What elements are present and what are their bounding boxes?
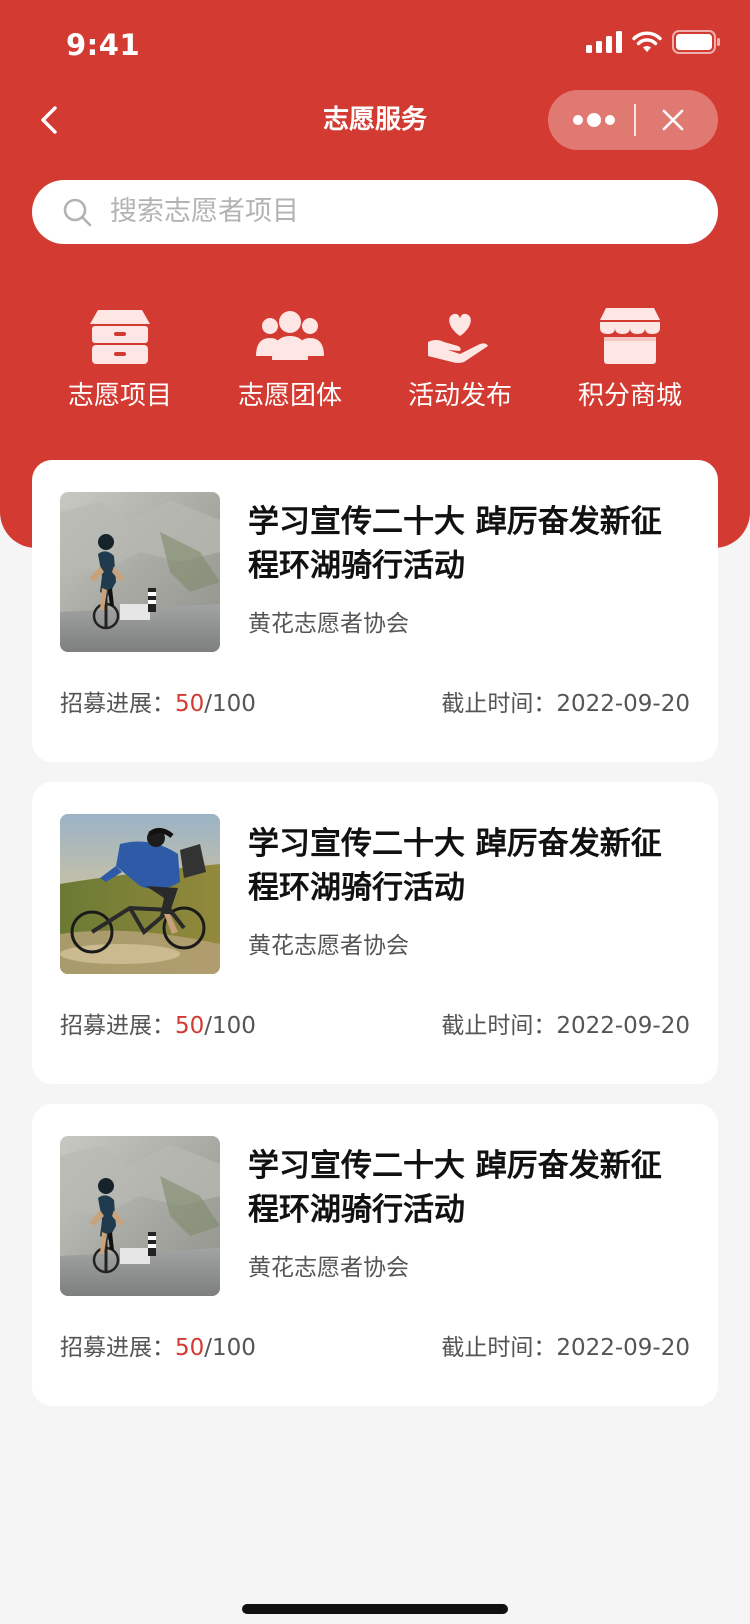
quick-link-mall[interactable]: 积分商城 xyxy=(545,298,715,418)
battery-icon xyxy=(672,30,720,58)
capsule-divider xyxy=(634,104,636,136)
progress-total: /100 xyxy=(204,691,256,717)
deadline-label: 截止时间： xyxy=(441,1013,557,1039)
quick-link-publish[interactable]: 活动发布 xyxy=(375,298,545,418)
deadline: 截止时间：2022-09-20 xyxy=(441,1010,690,1042)
progress-label: 招募进展： xyxy=(60,691,175,717)
group-people-icon xyxy=(256,311,324,360)
deadline-label: 截止时间： xyxy=(441,691,557,717)
heart-hand-icon xyxy=(428,313,488,363)
activity-organizer: 黄花志愿者协会 xyxy=(248,1255,409,1281)
progress-label: 招募进展： xyxy=(60,1335,175,1361)
activity-title: 学习宣传二十大 踔厉奋发新征程环湖骑行活动 xyxy=(248,504,662,584)
quick-link-groups[interactable]: 志愿团体 xyxy=(205,298,375,418)
status-icons xyxy=(586,30,720,58)
activity-organizer: 黄花志愿者协会 xyxy=(248,933,409,959)
activity-image xyxy=(60,492,220,652)
progress-label: 招募进展： xyxy=(60,1013,175,1039)
mini-program-capsule xyxy=(548,90,718,150)
deadline-date: 2022-09-20 xyxy=(556,1013,690,1039)
search-input[interactable]: 搜索志愿者项目 xyxy=(32,180,718,244)
more-button[interactable] xyxy=(570,107,618,133)
progress-total: /100 xyxy=(204,1013,256,1039)
wifi-icon xyxy=(632,31,662,57)
progress-total: /100 xyxy=(204,1335,256,1361)
drawer-box-icon xyxy=(90,310,150,364)
activity-title: 学习宣传二十大 踔厉奋发新征程环湖骑行活动 xyxy=(248,826,662,906)
activity-title: 学习宣传二十大 踔厉奋发新征程环湖骑行活动 xyxy=(248,1148,662,1228)
quick-link-projects[interactable]: 志愿项目 xyxy=(35,298,205,418)
search-placeholder: 搜索志愿者项目 xyxy=(110,196,299,227)
recruit-progress: 招募进展：50/100 xyxy=(60,1010,256,1042)
more-dots-icon xyxy=(573,113,615,127)
deadline-date: 2022-09-20 xyxy=(556,1335,690,1361)
store-icon xyxy=(600,308,660,364)
status-time: 9:41 xyxy=(66,28,141,62)
quick-link-label: 积分商城 xyxy=(577,381,682,411)
recruit-progress: 招募进展：50/100 xyxy=(60,1332,256,1364)
quick-links: 志愿项目 志愿团体 活动发布 积分商城 xyxy=(0,298,750,418)
activity-image xyxy=(60,1136,220,1296)
activity-card[interactable]: 学习宣传二十大 踔厉奋发新征程环湖骑行活动 黄花志愿者协会 招募进展：50/10… xyxy=(32,1104,718,1406)
activity-organizer: 黄花志愿者协会 xyxy=(248,611,409,637)
quick-link-label: 活动发布 xyxy=(407,381,512,411)
recruit-progress: 招募进展：50/100 xyxy=(60,688,256,720)
progress-current: 50 xyxy=(175,1013,205,1039)
progress-current: 50 xyxy=(175,1335,205,1361)
progress-current: 50 xyxy=(175,691,205,717)
activity-card[interactable]: 学习宣传二十大 踔厉奋发新征程环湖骑行活动 黄花志愿者协会 招募进展：50/10… xyxy=(32,782,718,1084)
activity-card[interactable]: 学习宣传二十大 踔厉奋发新征程环湖骑行活动 黄花志愿者协会 招募进展：50/10… xyxy=(32,460,718,762)
close-button[interactable] xyxy=(658,105,688,135)
signal-icon xyxy=(586,31,622,57)
deadline: 截止时间：2022-09-20 xyxy=(441,1332,690,1364)
activity-image xyxy=(60,814,220,974)
home-indicator xyxy=(242,1604,508,1614)
quick-link-label: 志愿项目 xyxy=(67,381,172,411)
deadline-label: 截止时间： xyxy=(441,1335,557,1361)
quick-link-label: 志愿团体 xyxy=(237,381,342,411)
search-icon xyxy=(63,198,92,227)
deadline: 截止时间：2022-09-20 xyxy=(441,688,690,720)
deadline-date: 2022-09-20 xyxy=(556,691,690,717)
close-icon xyxy=(662,109,684,131)
